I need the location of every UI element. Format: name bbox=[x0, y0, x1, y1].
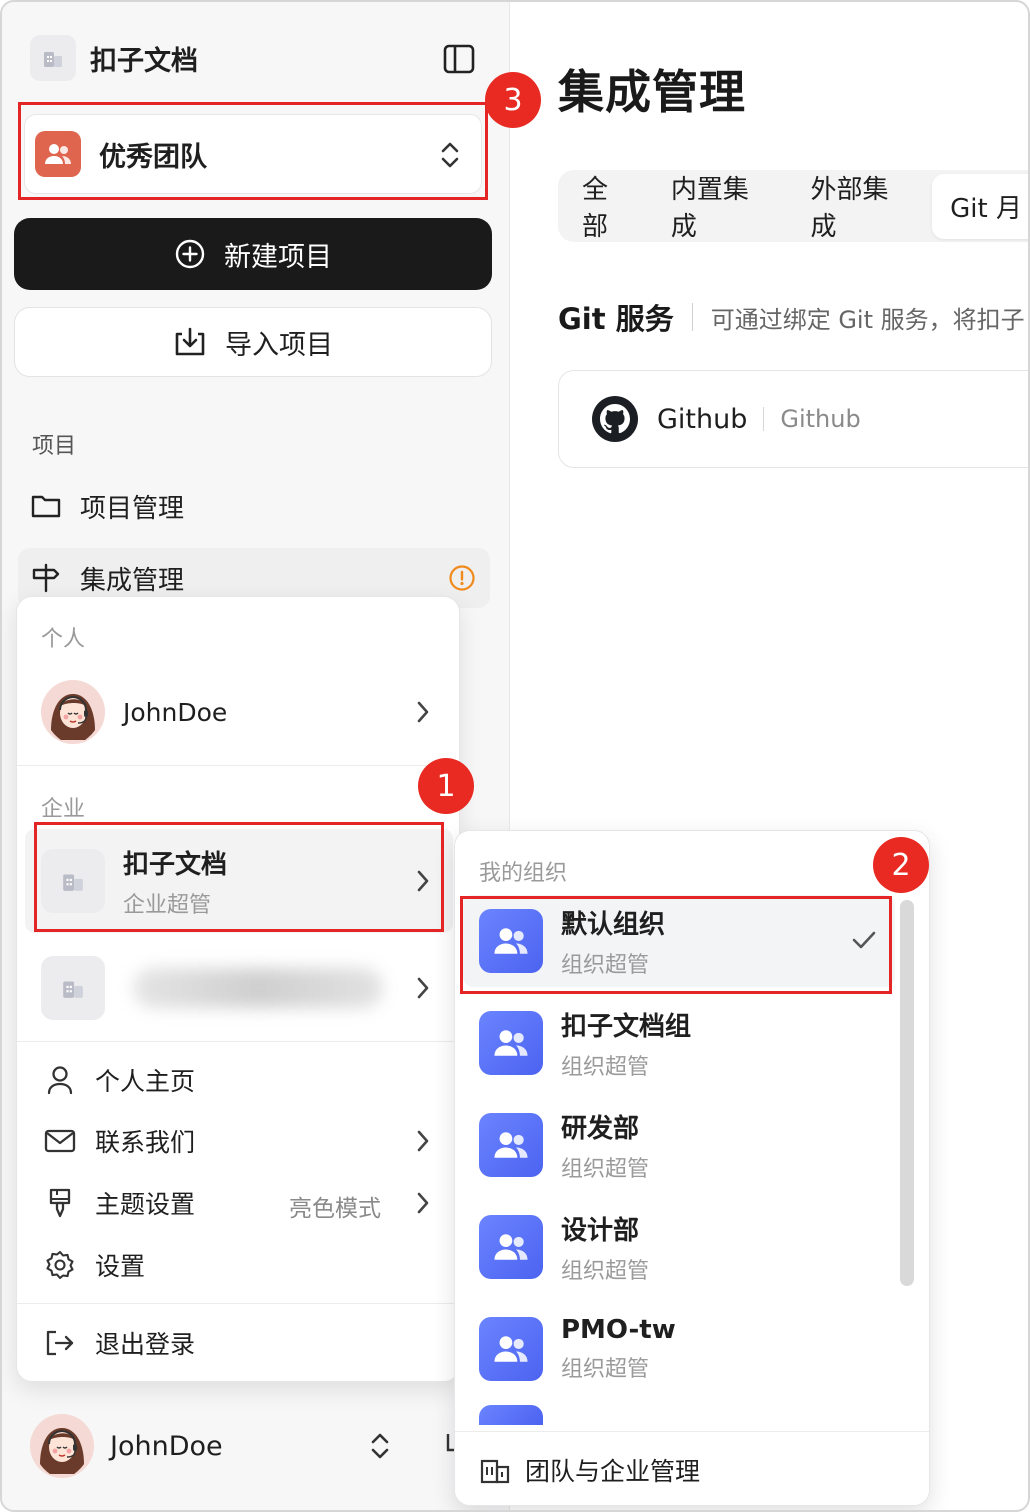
enterprise-row-redacted[interactable] bbox=[25, 941, 453, 1035]
signpost-icon bbox=[30, 562, 62, 594]
building-icon bbox=[41, 956, 105, 1020]
org-role: 组织超管 bbox=[561, 1156, 650, 1182]
team-enterprise-management-label: 团队与企业管理 bbox=[525, 1456, 701, 1486]
chevron-right-icon bbox=[417, 1192, 429, 1214]
sidebar-toggle-icon[interactable] bbox=[442, 42, 476, 76]
redacted-enterprise-name bbox=[133, 968, 383, 1008]
personal-section-label: 个人 bbox=[41, 627, 86, 652]
group-icon bbox=[479, 1011, 543, 1075]
import-icon bbox=[175, 327, 205, 356]
menu-item-theme[interactable]: 主题设置 亮色模式 bbox=[25, 1175, 453, 1231]
org-role: 组织超管 bbox=[561, 1258, 650, 1284]
divider bbox=[763, 407, 765, 431]
tab-git[interactable]: Git 月 bbox=[932, 173, 1028, 239]
tab-all[interactable]: 全部 bbox=[582, 169, 633, 243]
org-name: 研发部 bbox=[561, 1113, 640, 1144]
brand[interactable]: 扣子文档 bbox=[30, 34, 198, 82]
folder-icon bbox=[30, 490, 62, 522]
provider-name: Github bbox=[657, 403, 748, 435]
new-project-label: 新建项目 bbox=[224, 241, 332, 273]
org-role: 组织超管 bbox=[561, 1054, 650, 1080]
brand-name: 扣子文档 bbox=[90, 45, 198, 77]
chevron-updown-icon[interactable] bbox=[368, 1430, 392, 1466]
integration-tabs: 全部 内置集成 外部集成 Git 月 bbox=[558, 169, 1028, 243]
user-name: JohnDoe bbox=[110, 1430, 223, 1462]
org-item[interactable]: 研发部 组织超管 bbox=[463, 1099, 895, 1191]
highlight-box-1 bbox=[34, 822, 444, 932]
plus-circle-icon bbox=[175, 239, 205, 269]
mail-icon bbox=[43, 1128, 77, 1154]
highlight-box-3 bbox=[18, 102, 488, 200]
menu-item-settings[interactable]: 设置 bbox=[25, 1237, 453, 1293]
org-name: PMO-tw bbox=[561, 1315, 676, 1345]
menu-item-label: 设置 bbox=[95, 1252, 146, 1281]
import-project-button[interactable]: 导入项目 bbox=[14, 307, 492, 377]
tab-external[interactable]: 外部集成 bbox=[811, 169, 913, 243]
divider bbox=[17, 1303, 461, 1304]
group-icon bbox=[479, 1113, 543, 1177]
building-icon bbox=[30, 35, 76, 81]
org-item[interactable]: 扣子文档组 组织超管 bbox=[463, 997, 895, 1089]
menu-item-label: 个人主页 bbox=[95, 1067, 196, 1096]
new-project-button[interactable]: 新建项目 bbox=[14, 218, 492, 290]
logout-label: 退出登录 bbox=[95, 1330, 196, 1359]
annotation-badge-3: 3 bbox=[485, 72, 541, 128]
logout-button[interactable]: 退出登录 bbox=[25, 1315, 453, 1371]
group-icon bbox=[479, 1317, 543, 1381]
annotation-badge-1: 1 bbox=[418, 758, 474, 814]
menu-item-profile[interactable]: 个人主页 bbox=[25, 1053, 453, 1107]
account-menu: 个人 JohnDoe 企业 扣子文档 企业超管 个人主页 联系我们 主题设置 亮… bbox=[16, 596, 461, 1382]
group-icon bbox=[479, 1405, 543, 1425]
my-orgs-label: 我的组织 bbox=[479, 861, 568, 886]
team-enterprise-management-link[interactable]: 团队与企业管理 bbox=[455, 1431, 929, 1505]
user-icon bbox=[43, 1065, 77, 1095]
sidebar-item-project-management[interactable]: 项目管理 bbox=[18, 476, 490, 536]
logout-icon bbox=[43, 1328, 77, 1358]
highlight-box-2 bbox=[460, 896, 892, 994]
org-name: 设计部 bbox=[561, 1215, 640, 1246]
org-item[interactable]: 设计部 组织超管 bbox=[463, 1201, 895, 1293]
menu-item-label: 联系我们 bbox=[95, 1128, 196, 1157]
page-title: 集成管理 bbox=[558, 65, 746, 119]
enterprise-section-label: 企业 bbox=[41, 797, 86, 822]
org-role: 组织超管 bbox=[561, 1357, 650, 1382]
git-service-title: Git 服务 bbox=[558, 302, 674, 336]
divider bbox=[17, 1041, 461, 1042]
sidebar-item-label: 集成管理 bbox=[80, 565, 185, 596]
group-icon bbox=[479, 1215, 543, 1279]
chevron-right-icon bbox=[417, 1130, 429, 1152]
annotation-badge-2: 2 bbox=[873, 837, 929, 893]
sidebar-item-label: 项目管理 bbox=[80, 493, 185, 524]
menu-item-label: 主题设置 bbox=[95, 1190, 196, 1219]
theme-mode-value: 亮色模式 bbox=[289, 1196, 381, 1222]
app-window: 扣子文档 优秀团队 新建项目 导入项目 项目 项目管理 集成管理 JohnDoe… bbox=[0, 0, 1030, 1512]
provider-description: Github bbox=[780, 405, 861, 433]
git-service-header: Git 服务 可通过绑定 Git 服务，将扣子 bbox=[558, 296, 1025, 338]
menu-item-contact[interactable]: 联系我们 bbox=[25, 1113, 453, 1169]
projects-section-label: 项目 bbox=[32, 434, 77, 459]
personal-account-name: JohnDoe bbox=[123, 697, 228, 727]
avatar bbox=[41, 680, 105, 744]
chevron-right-icon bbox=[417, 977, 429, 999]
github-icon bbox=[592, 396, 638, 442]
git-service-description: 可通过绑定 Git 服务，将扣子 bbox=[710, 305, 1025, 334]
personal-account-row[interactable]: JohnDoe bbox=[25, 677, 453, 747]
building-icon bbox=[480, 1459, 510, 1483]
org-name: 扣子文档组 bbox=[561, 1011, 692, 1042]
tab-builtin[interactable]: 内置集成 bbox=[671, 169, 773, 243]
brush-icon bbox=[43, 1187, 77, 1219]
gear-icon bbox=[43, 1250, 77, 1280]
warning-icon bbox=[448, 564, 476, 599]
chevron-right-icon bbox=[417, 701, 429, 723]
divider bbox=[691, 303, 693, 331]
import-project-label: 导入项目 bbox=[225, 329, 333, 361]
org-item[interactable]: PMO-tw 组织超管 bbox=[463, 1303, 895, 1395]
github-provider-card[interactable]: Github Github bbox=[558, 370, 1028, 468]
org-menu-scrollbar[interactable] bbox=[900, 900, 914, 1286]
avatar bbox=[30, 1414, 94, 1478]
divider bbox=[17, 765, 461, 766]
current-user[interactable]: JohnDoe bbox=[30, 1414, 223, 1478]
